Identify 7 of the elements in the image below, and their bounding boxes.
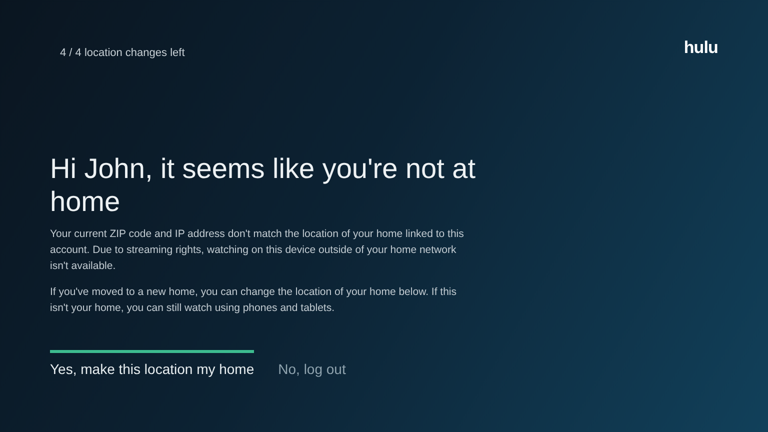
logo: hulu [684,39,718,56]
message-paragraph: If you've moved to a new home, you can change the location of your home below. If this isn't your home, you can still watch using phones and tablets. [50,284,458,316]
message-paragraph: Your current ZIP code and IP address don't match the location of your home linked to this account. Due to streaming rights, watching on this device outside of your home network isn't available. [50,226,465,274]
option-button[interactable]: No, log out [278,350,346,380]
option-button[interactable]: Yes, make this location my home [50,350,254,380]
location-changes-counter: 4 / 4 location changes left [60,46,185,61]
heading: Hi John, it seems like you're not at home [50,152,477,218]
